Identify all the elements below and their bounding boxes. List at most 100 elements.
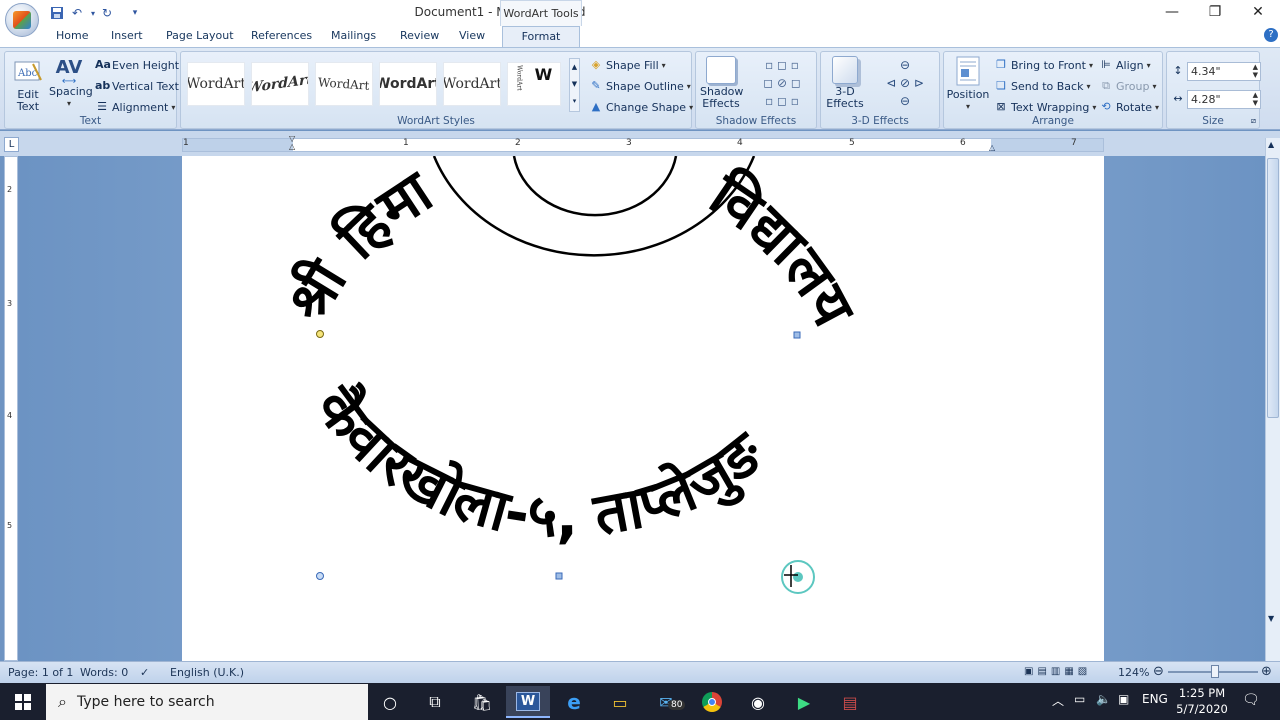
shape-outline-button[interactable]: ✎ Shape Outline ▾ (589, 76, 690, 96)
wordart-top-text[interactable]: श्री हिमा (273, 157, 446, 333)
position-button[interactable]: Position ▾ (946, 56, 990, 113)
chrome-icon[interactable] (690, 686, 734, 718)
archive-app-icon[interactable]: ▤ (828, 686, 872, 718)
three-d-effects-button[interactable]: 3-D Effects (825, 56, 865, 110)
start-button[interactable] (0, 683, 46, 720)
even-height-button[interactable]: Aa Even Height (95, 55, 179, 75)
width-spin-arrows-icon[interactable]: ▲ ▼ (1253, 91, 1258, 107)
text-wrapping-icon: ⊠ (996, 100, 1006, 113)
wordart-style-6[interactable]: WordArt W (507, 62, 561, 106)
inner-circle[interactable] (512, 156, 678, 217)
send-to-back-button[interactable]: ❏ Send to Back ▾ (994, 76, 1090, 96)
edge-icon[interactable]: e (552, 686, 596, 718)
zoom-out-icon[interactable]: ⊖ (1153, 664, 1164, 679)
proofing-icon[interactable]: ✓ (140, 666, 149, 679)
nudge-shadow-controls[interactable]: ▫ ◻ ▫ ◻ ⊘ ◻ ▫ ◻ ▫ (752, 56, 812, 112)
rotate-button[interactable]: ⟲ Rotate ▾ (1099, 97, 1159, 117)
wordart-style-2[interactable]: WordArt (251, 62, 309, 106)
minimize-button[interactable]: — (1150, 2, 1194, 24)
wordart-size-handle-top[interactable] (793, 331, 801, 339)
show-hidden-icons[interactable]: ︿ (1052, 692, 1064, 709)
tab-insert[interactable]: Insert (111, 29, 143, 42)
close-button[interactable]: ✕ (1236, 2, 1280, 24)
edit-text-button[interactable]: Abc Edit Text (9, 58, 47, 113)
text-wrapping-button[interactable]: ⊠ Text Wrapping ▾ (994, 97, 1096, 117)
language-indicator[interactable]: English (U.K.) (170, 666, 244, 679)
shape-width-input[interactable]: 4.28" ▲ ▼ (1187, 90, 1261, 109)
battery-icon[interactable]: ▭ (1074, 692, 1085, 706)
action-center-icon[interactable]: 🗨 (1242, 692, 1260, 708)
word-taskbar-icon[interactable]: W (506, 686, 550, 718)
screen-recorder-icon[interactable]: ◉ (736, 686, 780, 718)
group-dropdown-icon: ▾ (1152, 81, 1157, 91)
wordart-gallery-scroll[interactable]: ▲ ▼ ▾ (569, 58, 580, 112)
ruler-num-2: 2 (515, 138, 521, 148)
zoom-slider-thumb[interactable] (1211, 665, 1219, 678)
taskbar-clock[interactable]: 1:25 PM 5/7/2020 (1172, 685, 1232, 717)
bring-to-front-button[interactable]: ❐ Bring to Front ▾ (994, 55, 1093, 75)
wordart-style-1[interactable]: WordArt (187, 62, 245, 106)
indent-markers-icon[interactable]: ▽ △ (289, 135, 298, 153)
tilt-controls[interactable]: ⊖ ⊲ ⊘ ⊳ ⊖ (875, 56, 935, 112)
tab-page-layout[interactable]: Page Layout (166, 29, 234, 42)
taskbar-search[interactable]: ⌕ Type here to search (46, 684, 368, 720)
office-button[interactable] (5, 3, 39, 37)
store-icon[interactable]: 🛍 (460, 686, 504, 718)
shape-height-input[interactable]: 4.34" ▲ ▼ (1187, 62, 1261, 81)
right-indent-marker-icon[interactable]: △ (989, 143, 995, 152)
height-spin-arrows-icon[interactable]: ▲ ▼ (1253, 63, 1258, 79)
tab-review[interactable]: Review (400, 29, 439, 42)
shadow-effects-button[interactable]: Shadow Effects (700, 56, 743, 110)
vertical-scrollbar[interactable]: ▲ ▼ (1265, 138, 1280, 661)
tab-references[interactable]: References (251, 29, 312, 42)
scrollbar-thumb[interactable] (1267, 158, 1279, 418)
bring-to-front-label: Bring to Front (1011, 58, 1086, 72)
scroll-up-icon[interactable]: ▲ (1268, 140, 1274, 149)
cortana-icon[interactable]: ○ (368, 686, 412, 718)
alignment-button[interactable]: ☰ Alignment ▾ (95, 97, 175, 117)
tab-format[interactable]: Format (502, 26, 580, 48)
wordart-size-handle-bl[interactable] (316, 572, 324, 580)
mail-icon[interactable]: ✉ 80 (644, 686, 688, 718)
tab-selector-icon[interactable]: L (4, 137, 19, 152)
network-icon[interactable]: ▣ (1118, 692, 1129, 706)
help-icon[interactable]: ? (1264, 28, 1278, 42)
wordart-style-3[interactable]: WordArt (315, 62, 373, 106)
document-page[interactable]: श्री हिमा विद्यालय कैवारखोला-५, ताप्लेजु… (182, 156, 1104, 661)
clock-date: 5/7/2020 (1176, 702, 1228, 716)
word-count[interactable]: Words: 0 (80, 666, 128, 679)
wordart-adjust-handle[interactable] (316, 330, 324, 338)
wordart-style-5[interactable]: WordArt (443, 62, 501, 106)
horizontal-ruler[interactable]: ▽ △ △ 1 1 2 3 4 5 6 7 (182, 135, 1104, 153)
language-indicator-tray[interactable]: ENG (1142, 692, 1168, 706)
tab-view[interactable]: View (459, 29, 485, 42)
tab-home[interactable]: Home (56, 29, 88, 42)
volume-icon[interactable]: 🔈 (1096, 692, 1111, 706)
vertical-text-button[interactable]: ab Vertical Text (95, 76, 179, 96)
wordart-bottom-group[interactable]: कैवारखोला-५, ताप्लेजुङ (301, 374, 778, 551)
shape-fill-button[interactable]: ◈ Shape Fill ▾ (589, 55, 666, 75)
tab-mailings[interactable]: Mailings (331, 29, 376, 42)
wordart-top-right-group[interactable]: विद्यालय (697, 160, 869, 339)
view-buttons[interactable]: ▣▤▥▦▧ (1024, 666, 1091, 677)
send-to-back-icon: ❏ (996, 79, 1006, 92)
scroll-down-icon[interactable]: ▼ (1268, 614, 1274, 623)
media-app-icon[interactable]: ▶ (782, 686, 826, 718)
size-group-label: Size (1202, 115, 1224, 127)
align-button[interactable]: ⊫ Align ▾ (1099, 55, 1150, 75)
vertical-ruler[interactable]: 2 3 4 5 (4, 156, 18, 661)
wordart-canvas[interactable]: श्री हिमा विद्यालय कैवारखोला-५, ताप्लेजु… (182, 156, 1104, 661)
position-label: Position (946, 88, 990, 101)
change-shape-button[interactable]: ▲ Change Shape ▾ (589, 97, 693, 117)
spacing-button[interactable]: AV ⟷ Spacing ▾ (49, 58, 93, 110)
task-view-icon[interactable]: ⧉ (413, 686, 457, 718)
size-dialog-launcher-icon[interactable]: ⧄ (1251, 116, 1256, 126)
wordart-size-handle-bottom[interactable] (555, 572, 563, 580)
page-count[interactable]: Page: 1 of 1 (8, 666, 73, 679)
wordart-style-4[interactable]: WordArt (379, 62, 437, 106)
group-button[interactable]: ⧉ Group ▾ (1099, 76, 1157, 96)
zoom-in-icon[interactable]: ⊕ (1261, 664, 1272, 679)
restore-button[interactable]: ❐ (1193, 2, 1237, 24)
zoom-level[interactable]: 124% (1118, 666, 1149, 679)
file-explorer-icon[interactable]: ▭ (598, 686, 642, 718)
